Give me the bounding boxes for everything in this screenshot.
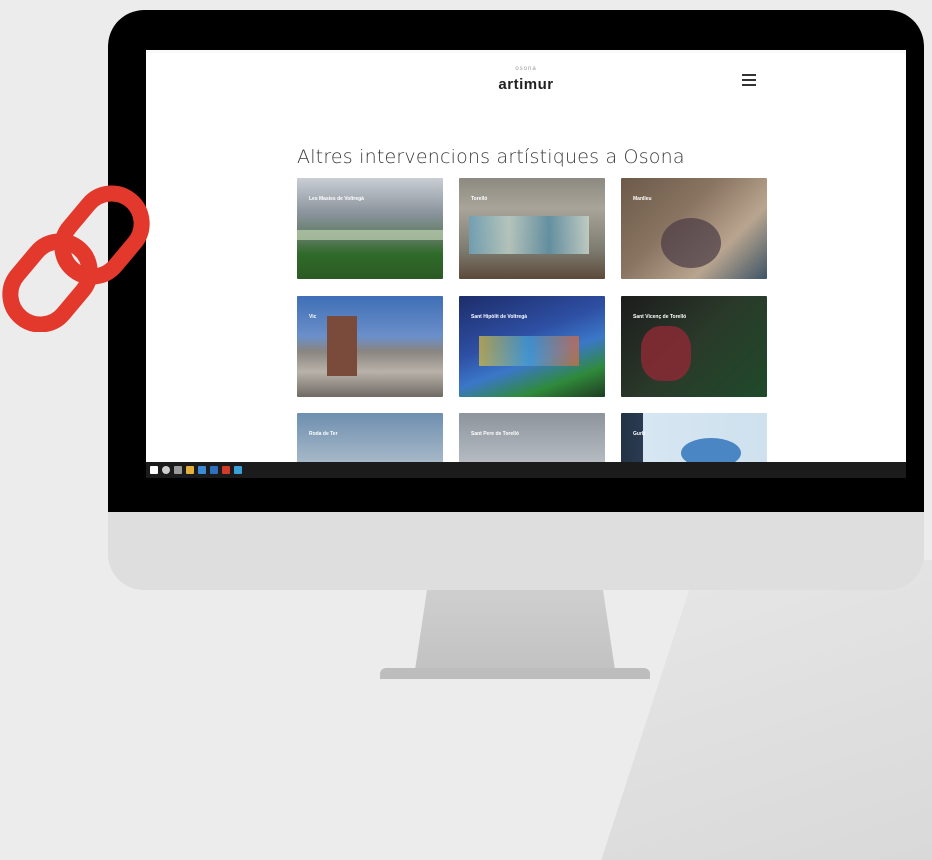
monitor-bezel: osona artimur Altres intervencions artís… xyxy=(108,10,924,512)
background-shape xyxy=(601,560,932,860)
gallery-card[interactable]: Torelló xyxy=(459,178,605,279)
store-icon[interactable] xyxy=(198,466,206,474)
logo-subtitle: osona xyxy=(515,66,537,72)
chain-link-icon xyxy=(2,185,150,332)
card-label: Sant Pere de Torelló xyxy=(471,431,519,437)
card-image xyxy=(469,216,589,254)
app-icon[interactable] xyxy=(222,466,230,474)
explorer-icon[interactable] xyxy=(186,466,194,474)
card-image xyxy=(479,336,579,366)
monitor-stand xyxy=(415,590,615,670)
card-image xyxy=(661,218,721,268)
card-image xyxy=(297,230,443,240)
card-label: Vic xyxy=(309,314,317,320)
card-label: Sant Vicenç de Torelló xyxy=(633,314,687,320)
monitor-screen: osona artimur Altres intervencions artís… xyxy=(146,50,906,478)
gallery-card[interactable]: Les Masies de Voltregà xyxy=(297,178,443,279)
start-icon[interactable] xyxy=(150,466,158,474)
gallery-card[interactable]: Manlleu xyxy=(621,178,767,279)
monitor-stand-base xyxy=(380,668,650,679)
card-image xyxy=(327,316,357,376)
monitor: osona artimur Altres intervencions artís… xyxy=(108,10,924,590)
card-label: Les Masies de Voltregà xyxy=(309,196,364,202)
site-logo[interactable]: artimur xyxy=(146,76,906,93)
monitor-chin xyxy=(108,512,924,590)
card-label: Torelló xyxy=(471,196,488,202)
gallery-card[interactable]: Sant Vicenç de Torelló xyxy=(621,296,767,397)
browser-icon[interactable] xyxy=(234,466,242,474)
search-icon[interactable] xyxy=(162,466,170,474)
gallery-card[interactable]: Vic xyxy=(297,296,443,397)
task-view-icon[interactable] xyxy=(174,466,182,474)
card-image xyxy=(641,326,691,381)
card-label: Roda de Ter xyxy=(309,431,338,437)
card-label: Sant Hipòlit de Voltregà xyxy=(471,314,528,320)
section-title: Altres intervencions artístiques a Osona xyxy=(297,146,685,168)
site-header: osona artimur xyxy=(146,50,906,110)
gallery-card[interactable]: Sant Hipòlit de Voltregà xyxy=(459,296,605,397)
taskbar xyxy=(146,462,906,478)
mail-icon[interactable] xyxy=(210,466,218,474)
hamburger-menu-icon[interactable] xyxy=(742,74,756,86)
card-label: Manlleu xyxy=(633,196,652,202)
card-label: Gurb xyxy=(633,431,645,437)
